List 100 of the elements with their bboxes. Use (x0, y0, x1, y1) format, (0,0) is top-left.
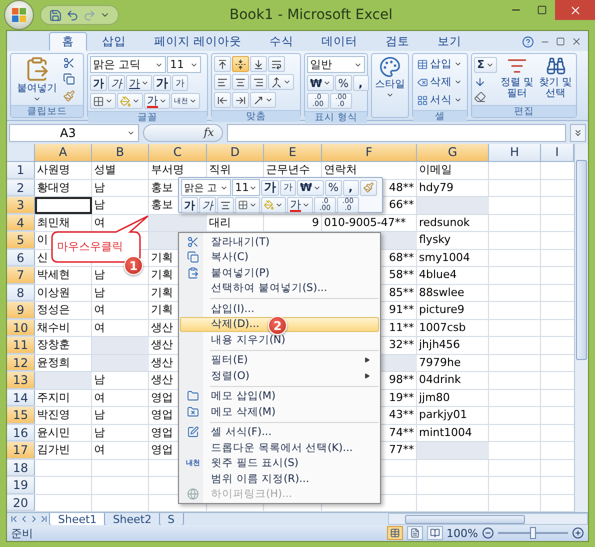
vertical-align-button[interactable] (214, 56, 231, 72)
menu-item[interactable]: 복사(C) (180, 250, 379, 265)
menu-item[interactable]: 메모 삭제(M) (180, 404, 379, 420)
zoom-in-icon[interactable] (572, 527, 584, 539)
ribbon-tab[interactable]: 보기 (424, 32, 475, 51)
row-header[interactable]: 2 (7, 180, 35, 196)
grow-font-button[interactable]: 가 (261, 180, 279, 196)
grow-font-button[interactable]: 가 (153, 75, 171, 91)
row-header[interactable]: 17 (7, 442, 35, 458)
column-header[interactable]: B (92, 144, 149, 162)
menu-item[interactable]: 내용 지우기(N) (180, 332, 379, 348)
bold-button[interactable]: 가 (181, 197, 198, 213)
menu-item[interactable]: 셀 서식(F)... (180, 424, 379, 440)
close-button[interactable] (555, 0, 595, 20)
cells-button[interactable]: 삭제 (415, 74, 464, 90)
column-header[interactable]: F (322, 144, 417, 162)
column-header[interactable]: A (35, 144, 92, 162)
formula-field[interactable] (227, 124, 566, 142)
column-header[interactable]: D (207, 144, 264, 162)
vertical-scrollbar[interactable] (574, 144, 588, 512)
row-header[interactable]: 4 (7, 214, 35, 231)
sort-filter-button[interactable]: 정렬 및 필터 (498, 56, 536, 103)
borders-button[interactable] (90, 93, 116, 109)
menu-item[interactable]: 정렬(O) (180, 368, 379, 384)
cells-button[interactable]: 서식 (415, 92, 464, 108)
percent-button[interactable]: % (335, 75, 352, 91)
menu-item[interactable]: 메모 삽입(M) (180, 388, 379, 404)
underline-button[interactable]: 가 (126, 75, 152, 91)
align-right-button[interactable] (250, 74, 267, 90)
row-header[interactable]: 8 (7, 284, 35, 301)
italic-button[interactable]: 가 (108, 75, 125, 91)
font-size-field[interactable]: 11 (167, 56, 201, 73)
column-header[interactable]: C (149, 144, 207, 162)
row-header[interactable]: 5 (7, 232, 35, 248)
borders-button[interactable] (235, 197, 260, 213)
function-button[interactable]: fx (143, 124, 223, 142)
row-header[interactable]: 12 (7, 354, 35, 371)
row-header[interactable]: 9 (7, 302, 35, 318)
ribbon-tab[interactable]: 페이지 레이아웃 (141, 32, 255, 51)
align-center-button[interactable] (217, 197, 234, 213)
column-header[interactable]: I (541, 144, 574, 162)
view-button[interactable] (426, 526, 443, 540)
column-header[interactable]: E (264, 144, 322, 162)
row-header[interactable]: 11 (7, 337, 35, 354)
cells-button[interactable]: 삽입 (415, 56, 464, 72)
font-name-field[interactable]: 맑은 고 (181, 179, 231, 196)
row-header[interactable]: 20 (7, 494, 35, 511)
column-header[interactable]: H (489, 144, 541, 162)
bold-button[interactable]: 가 (90, 75, 107, 91)
vertical-align-button[interactable] (232, 56, 249, 72)
menu-item[interactable]: 삽입(I)... (180, 301, 379, 316)
font-name-field[interactable]: 맑은 고딕 (90, 56, 166, 73)
row-header[interactable]: 14 (7, 390, 35, 406)
ribbon-tab[interactable]: 데이터 (308, 32, 371, 51)
orientation-button[interactable] (250, 92, 276, 108)
view-button[interactable] (406, 526, 423, 540)
font-color-button[interactable]: 가 (287, 197, 313, 213)
horizontal-scrollbar[interactable] (388, 513, 588, 525)
row-header[interactable]: 10 (7, 320, 35, 336)
menu-item[interactable]: 드롭다운 목록에서 선택(K)... (180, 440, 379, 456)
comma-button[interactable]: , (342, 180, 359, 196)
row-header[interactable]: 1 (7, 162, 35, 178)
align-left-button[interactable] (214, 74, 231, 90)
expand-button[interactable] (570, 124, 586, 142)
row-header[interactable]: 6 (7, 250, 35, 266)
sheet-tab[interactable]: Sheet1 (49, 513, 106, 526)
row-header[interactable]: 15 (7, 407, 35, 424)
increase-indent-button[interactable] (232, 92, 249, 108)
row-header[interactable]: 18 (7, 460, 35, 476)
shrink-font-button[interactable]: 가 (172, 75, 188, 91)
vertical-align-button[interactable] (250, 56, 267, 72)
font-size-field[interactable]: 11 (232, 179, 260, 196)
ribbon-tab[interactable]: 수식 (256, 32, 307, 51)
ribbon-tab[interactable]: 검토 (372, 32, 423, 51)
menu-item[interactable]: 필터(E) (180, 352, 379, 368)
name-box[interactable]: A3 (9, 124, 139, 142)
view-button[interactable] (386, 526, 403, 540)
menu-item[interactable]: 범위 이름 지정(R)... (180, 471, 379, 486)
menu-item[interactable]: 선택하여 붙여넣기(S)... (180, 280, 379, 296)
comma-button[interactable]: , (352, 75, 369, 91)
ribbon-tab[interactable]: 삽입 (89, 32, 139, 51)
format-painter-button[interactable] (360, 180, 377, 196)
menu-item[interactable]: 잘라내기(T) (180, 234, 379, 250)
font-color-button[interactable]: 가 (144, 93, 170, 109)
align-center-button[interactable] (232, 74, 249, 90)
paste-button[interactable]: 붙여넣기 (13, 56, 61, 103)
fill-color-button[interactable] (117, 93, 143, 109)
percent-button[interactable]: % (325, 180, 342, 196)
shrink-font-button[interactable]: 가 (280, 180, 296, 196)
row-header[interactable]: 19 (7, 477, 35, 494)
column-header[interactable]: G (417, 144, 489, 162)
italic-button[interactable]: 가 (199, 197, 216, 213)
autosum-button[interactable]: Σ (474, 56, 497, 72)
wrap-text-button[interactable] (268, 56, 285, 72)
office-button[interactable] (4, 0, 34, 30)
zoom-out-icon[interactable] (482, 527, 494, 539)
merge-button[interactable] (268, 74, 294, 90)
row-header[interactable]: 7 (7, 267, 35, 284)
decrease-indent-button[interactable] (214, 92, 231, 108)
row-header[interactable]: 16 (7, 424, 35, 441)
